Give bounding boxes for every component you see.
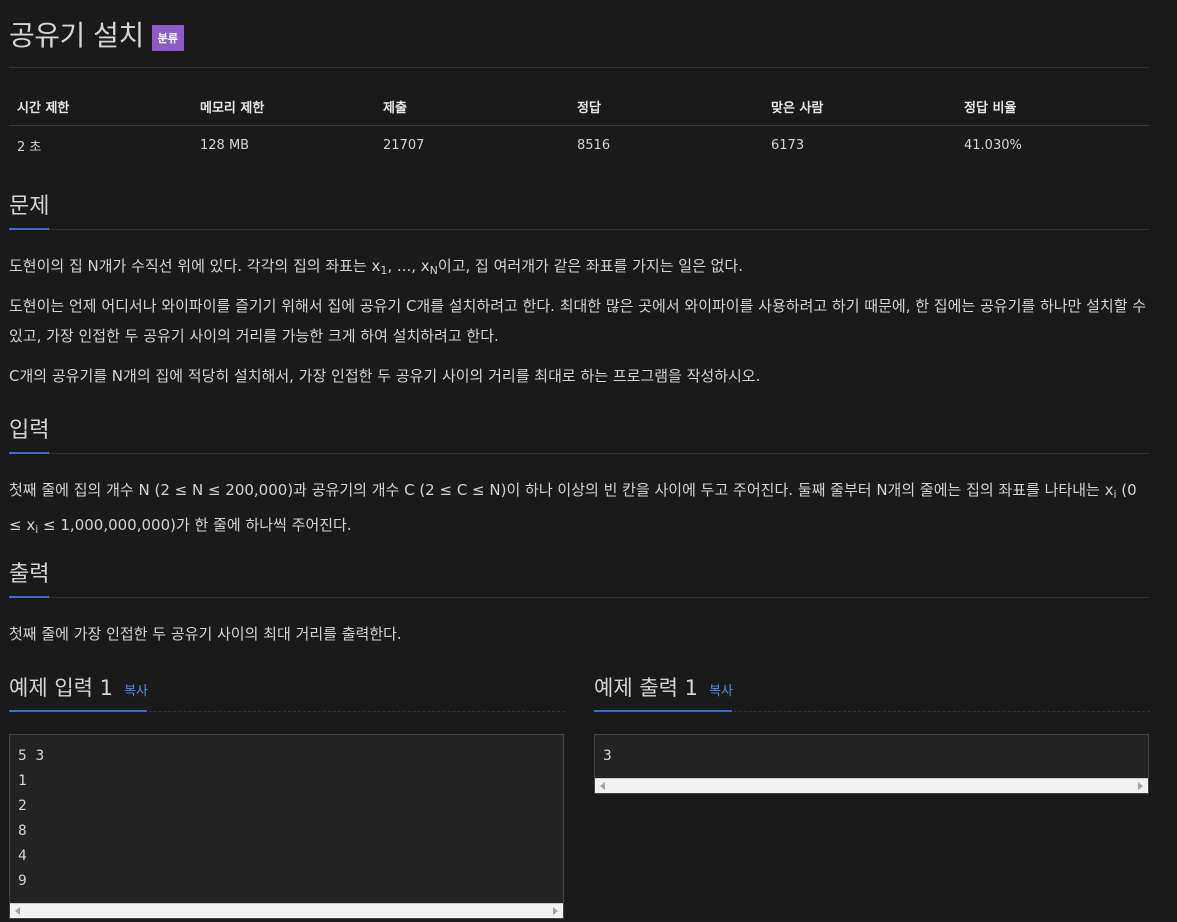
sample-input-line: 4	[18, 848, 27, 864]
sample-input-line: 8	[18, 823, 27, 839]
header-correct: 정답	[569, 87, 763, 126]
value-solvers: 6173	[771, 138, 805, 153]
problem-paragraph-2: 도현이는 언제 어디서나 와이파이를 즐기기 위해서 집에 공유기 C개를 설치…	[9, 297, 1147, 345]
sample-output-line: 3	[603, 748, 612, 764]
scroll-right-arrow-icon[interactable]	[1138, 782, 1143, 790]
scroll-left-arrow-icon[interactable]	[600, 782, 605, 790]
problem-heading: 문제	[9, 194, 50, 219]
value-submissions: 21707	[383, 138, 425, 153]
scroll-right-arrow-icon[interactable]	[553, 907, 558, 915]
section-divider	[9, 453, 1149, 454]
heading-underline	[9, 452, 49, 454]
output-heading: 출력	[9, 562, 50, 587]
problem-paragraph-3: C개의 공유기를 N개의 집에 적당히 설치해서, 가장 인접한 두 공유기 사…	[9, 367, 761, 385]
input-text: 첫째 줄에 집의 개수 N (2 ≤ N ≤ 200,000)과 공유기의 개수…	[9, 481, 1114, 499]
problem-text: 이고, 집 여러개가 같은 좌표를 가지는 일은 없다.	[437, 257, 744, 275]
horizontal-scrollbar[interactable]	[595, 778, 1148, 793]
problem-section-header: 문제	[9, 188, 1149, 230]
scroll-left-arrow-icon[interactable]	[15, 907, 20, 915]
sample-output-header: 예제 출력 1 복사	[594, 672, 1150, 712]
copy-input-link[interactable]: 복사	[124, 684, 148, 699]
horizontal-scrollbar[interactable]	[10, 903, 563, 918]
sample-input-line: 2	[18, 798, 27, 814]
info-value-row: 2 초 128 MB 21707 8516 6173 41.030%	[9, 126, 1149, 166]
value-memory-limit: 128 MB	[200, 138, 250, 153]
sample-output-heading: 예제 출력 1	[594, 676, 698, 700]
sample-output-box[interactable]: 3	[594, 734, 1149, 794]
problem-text: , ..., x	[387, 257, 430, 275]
section-divider	[9, 229, 1149, 230]
title-divider	[9, 67, 1149, 68]
copy-output-link[interactable]: 복사	[709, 684, 733, 699]
sample-input-line: 1	[18, 773, 27, 789]
sample-input-line: 9	[18, 873, 27, 889]
sample-input-line: 5 3	[18, 748, 45, 764]
subscript: N	[429, 264, 438, 277]
heading-underline	[9, 710, 147, 712]
problem-page: 공유기 설치 분류 시간 제한 메모리 제한 제출 정답 맞은 사람 정답 비율…	[0, 0, 1177, 922]
heading-underline	[9, 596, 49, 598]
output-paragraph: 첫째 줄에 가장 인접한 두 공유기 사이의 최대 거리를 출력한다.	[9, 625, 402, 643]
problem-info-table: 시간 제한 메모리 제한 제출 정답 맞은 사람 정답 비율 2 초 128 M…	[9, 87, 1149, 165]
heading-underline	[594, 710, 732, 712]
title-row: 공유기 설치 분류	[9, 14, 184, 54]
value-time-limit: 2 초	[17, 140, 42, 155]
sample-input-heading: 예제 입력 1	[9, 676, 113, 700]
problem-text: 도현이의 집 N개가 수직선 위에 있다. 각각의 집의 좌표는 x	[9, 257, 381, 275]
page-title: 공유기 설치	[9, 19, 144, 52]
header-ratio: 정답 비율	[956, 87, 1149, 126]
category-badge[interactable]: 분류	[151, 25, 184, 51]
value-correct: 8516	[577, 138, 611, 153]
sample-input-header: 예제 입력 1 복사	[9, 672, 565, 712]
problem-paragraph-1: 도현이의 집 N개가 수직선 위에 있다. 각각의 집의 좌표는 x1, ...…	[9, 251, 1149, 286]
header-solvers: 맞은 사람	[763, 87, 956, 126]
header-submissions: 제출	[375, 87, 569, 126]
heading-underline	[9, 228, 49, 230]
value-ratio: 41.030%	[964, 138, 1022, 153]
header-time-limit: 시간 제한	[9, 87, 192, 126]
input-heading: 입력	[9, 418, 50, 443]
output-section-header: 출력	[9, 556, 1149, 598]
input-paragraph: 첫째 줄에 집의 개수 N (2 ≤ N ≤ 200,000)과 공유기의 개수…	[9, 475, 1149, 545]
input-section-header: 입력	[9, 412, 1149, 454]
info-header-row: 시간 제한 메모리 제한 제출 정답 맞은 사람 정답 비율	[9, 87, 1149, 126]
section-divider	[9, 597, 1149, 598]
sample-input-box[interactable]: 5 3 1 2 8 4 9	[9, 734, 564, 919]
input-text: ≤ 1,000,000,000)가 한 줄에 하나씩 주어진다.	[38, 516, 352, 534]
header-memory-limit: 메모리 제한	[192, 87, 375, 126]
